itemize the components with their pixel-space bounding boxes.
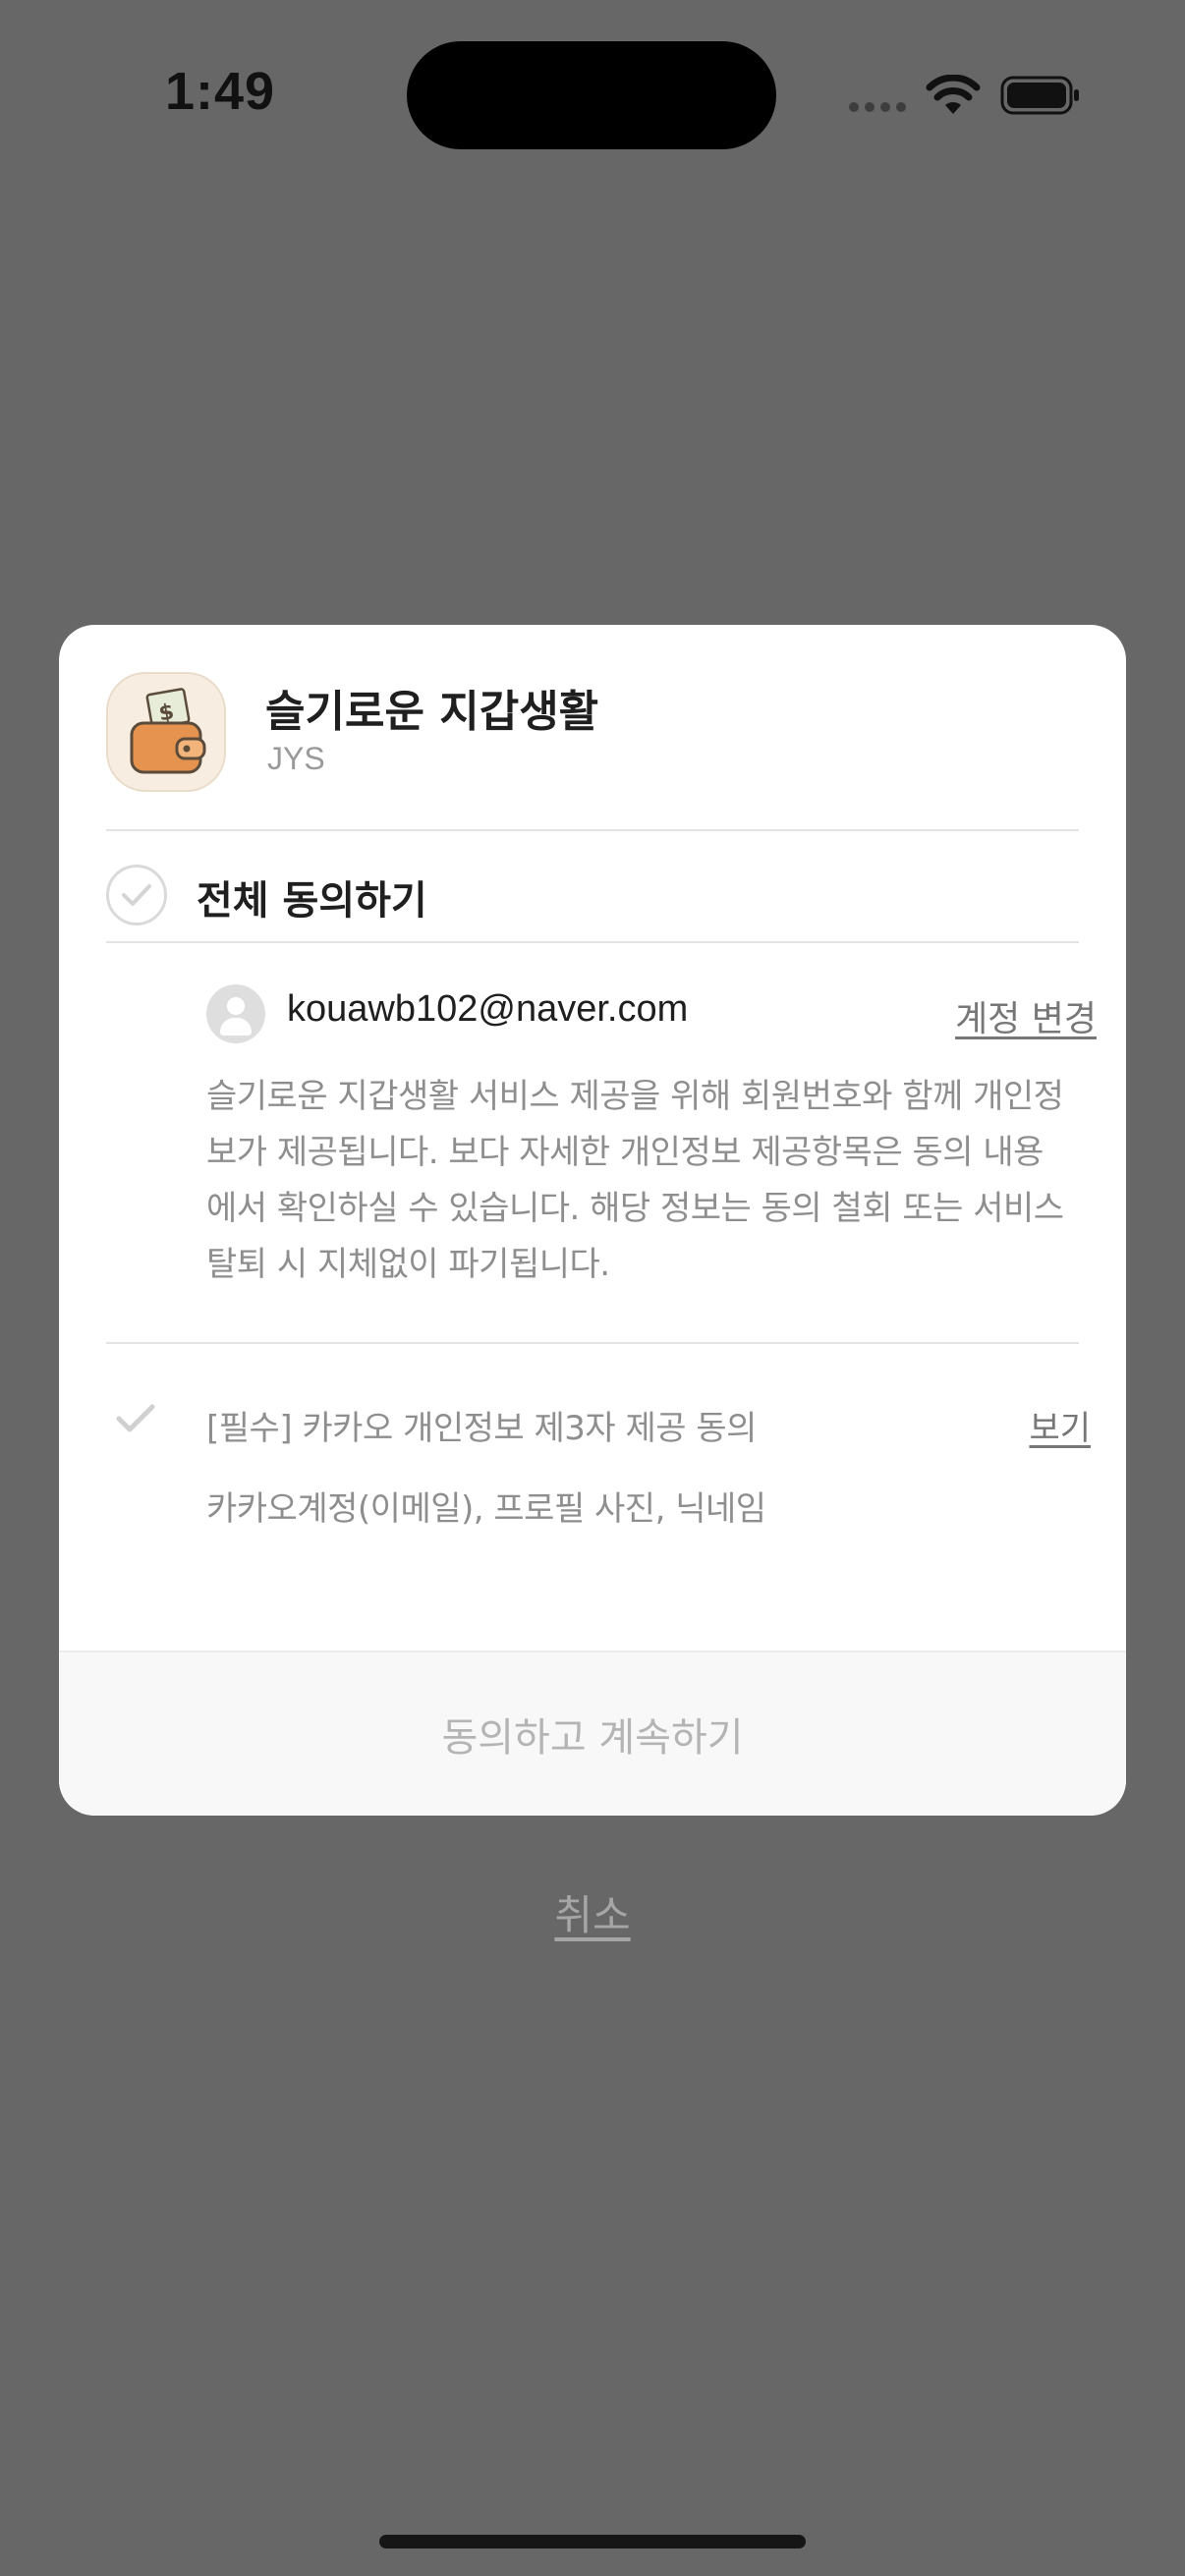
view-consent-link[interactable]: 보기 bbox=[1029, 1401, 1091, 1449]
wifi-icon bbox=[926, 74, 981, 116]
home-indicator[interactable] bbox=[379, 2535, 806, 2548]
checkmark-icon bbox=[116, 1403, 155, 1438]
cancel-link[interactable]: 취소 bbox=[0, 1882, 1185, 1942]
app-developer: JYS bbox=[267, 741, 325, 776]
consent-description: 슬기로운 지갑생활 서비스 제공을 위해 회원번호와 함께 개인정보가 제공됩니… bbox=[206, 1077, 1064, 1284]
divider bbox=[106, 1342, 1079, 1344]
dynamic-island bbox=[407, 41, 776, 149]
consent-items: 카카오계정(이메일), 프로필 사진, 닉네임 bbox=[206, 1489, 766, 1529]
consent-dialog: $ 슬기로운 지갑생활 JYS 전체 동의하기 kouawb102@naver.… bbox=[59, 625, 1126, 1816]
divider bbox=[106, 941, 1079, 943]
wallet-icon: $ bbox=[106, 672, 226, 792]
app-name: 슬기로운 지갑생활 bbox=[265, 687, 599, 737]
required-consent-item[interactable]: [필수] 카카오 개인정보 제3자 제공 동의 보기 bbox=[106, 1381, 1091, 1470]
dialog-footer: 동의하고 계속하기 bbox=[59, 1651, 1126, 1816]
change-account-link[interactable]: 계정 변경 bbox=[955, 990, 1097, 1041]
agree-continue-button[interactable]: 동의하고 계속하기 bbox=[59, 1652, 1126, 1816]
status-time: 1:49 bbox=[165, 62, 276, 121]
agree-all-checkbox[interactable]: 전체 동의하기 bbox=[106, 859, 1079, 933]
battery-icon bbox=[1000, 75, 1081, 116]
agree-all-label: 전체 동의하기 bbox=[197, 878, 427, 924]
avatar bbox=[206, 984, 265, 1043]
divider bbox=[106, 829, 1079, 831]
check-circle-icon bbox=[106, 865, 167, 925]
account-email: kouawb102@naver.com bbox=[287, 988, 689, 1030]
account-row: kouawb102@naver.com 계정 변경 bbox=[206, 982, 1097, 1045]
cellular-signal-icon bbox=[849, 102, 908, 116]
required-consent-label: [필수] 카카오 개인정보 제3자 제공 동의 bbox=[206, 1409, 757, 1448]
